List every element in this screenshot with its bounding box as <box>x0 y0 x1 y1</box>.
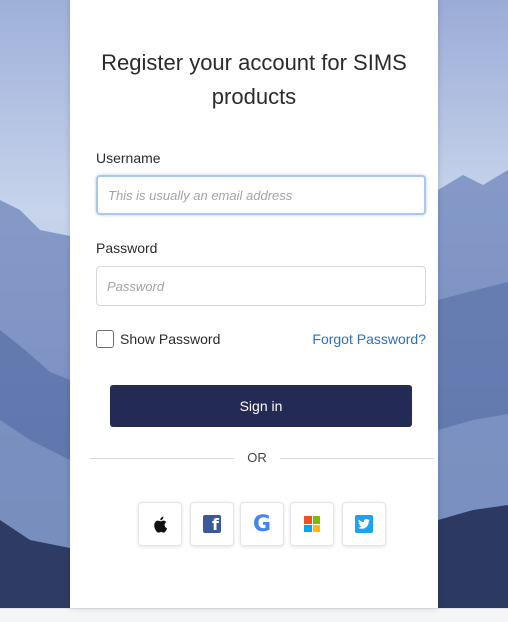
password-input[interactable] <box>96 266 426 306</box>
microsoft-login-button[interactable] <box>290 502 334 546</box>
sign-in-button[interactable]: Sign in <box>110 385 412 427</box>
apple-login-button[interactable] <box>138 502 182 546</box>
forgot-password-link[interactable]: Forgot Password? <box>312 331 426 347</box>
page-title-line-2: products <box>211 84 297 109</box>
login-screen: Register your account for SIMS products … <box>0 0 508 622</box>
username-input[interactable] <box>96 175 426 215</box>
password-label: Password <box>96 240 158 256</box>
background-image-right <box>438 0 508 608</box>
page-title: Register your account for SIMS products <box>70 46 438 114</box>
apple-icon <box>154 516 167 533</box>
google-icon: G <box>252 511 272 537</box>
login-card: Register your account for SIMS products … <box>70 0 438 608</box>
twitter-login-button[interactable] <box>342 502 386 546</box>
microsoft-icon <box>304 516 320 532</box>
username-label: Username <box>96 150 161 166</box>
show-password-label[interactable]: Show Password <box>120 331 220 347</box>
background-image-left <box>0 0 70 608</box>
facebook-login-button[interactable]: f <box>190 502 234 546</box>
twitter-icon <box>355 515 373 533</box>
bottom-strip <box>0 608 508 622</box>
google-login-button[interactable]: G <box>240 502 284 546</box>
or-label: OR <box>234 450 280 465</box>
facebook-icon: f <box>203 515 221 533</box>
show-password-checkbox[interactable] <box>96 330 114 348</box>
page-title-line-1: Register your account for SIMS <box>101 50 407 75</box>
